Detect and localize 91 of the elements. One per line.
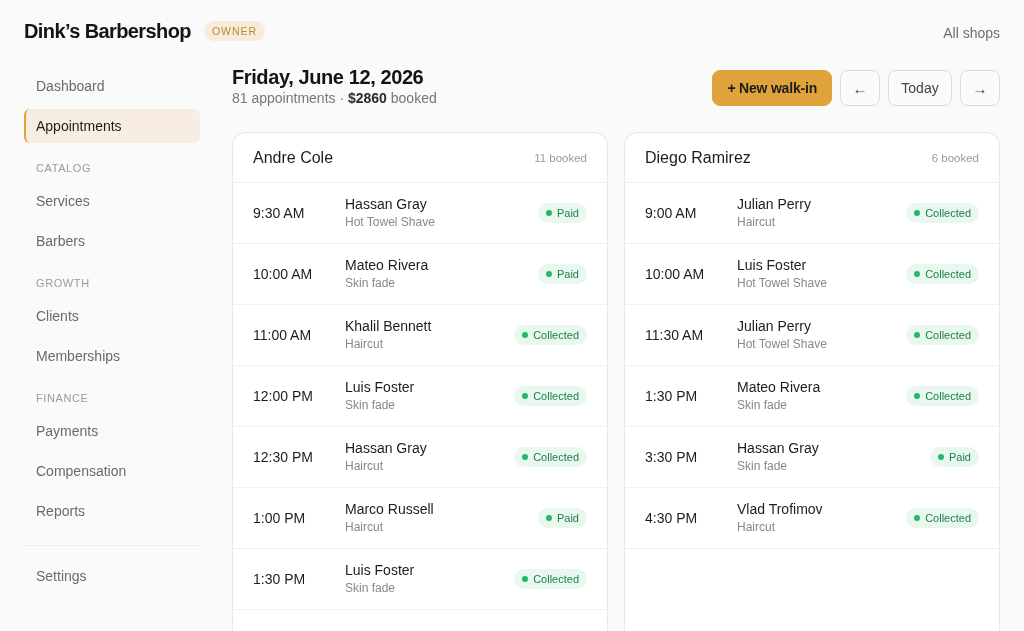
appointment-time: 3:30 PM xyxy=(645,449,699,465)
status-dot-icon xyxy=(522,393,529,399)
status-dot-icon xyxy=(522,332,529,338)
role-badge: OWNER xyxy=(203,21,266,41)
client-name: Vlad Trofimov xyxy=(737,501,824,518)
status-dot-icon xyxy=(914,332,921,338)
appointment-time: 9:00 AM xyxy=(645,205,698,221)
client-name: Mateo Rivera xyxy=(345,257,430,274)
status-dot-icon xyxy=(545,271,552,277)
today-button[interactable]: Today xyxy=(888,70,952,106)
client-name: Hassan Gray xyxy=(345,440,428,457)
service-name: Skin fade xyxy=(345,398,397,413)
brand-title: Dink’s Barbershop xyxy=(24,19,191,43)
new-walk-in-button[interactable]: + New walk-in xyxy=(712,70,832,106)
next-day-button[interactable]: → xyxy=(960,70,1000,106)
nav-item[interactable]: Clients xyxy=(24,299,200,333)
status-dot-icon xyxy=(545,210,552,216)
nav-section-heading: CATALOG xyxy=(35,161,93,175)
status-text: Collected xyxy=(925,390,971,402)
appointment-time: 12:00 PM xyxy=(253,388,314,404)
client-name: Mateo Rivera xyxy=(737,379,822,396)
status-text: Collected xyxy=(533,451,579,463)
appointment-time: 1:30 PM xyxy=(645,388,699,404)
nav-item[interactable]: Services xyxy=(24,184,200,218)
barber-name: Diego Ramirez xyxy=(645,148,751,167)
client-name: Hassan Gray xyxy=(737,440,820,457)
appointment-time: 1:00 PM xyxy=(253,510,307,526)
nav-item[interactable]: Payments xyxy=(24,414,200,448)
status-dot-icon xyxy=(522,454,529,460)
client-name: Julian Perry xyxy=(737,318,812,335)
status-text: Collected xyxy=(925,207,971,219)
status-text: Paid xyxy=(556,268,579,280)
client-name: Julian Perry xyxy=(737,196,812,213)
appointment-summary: 81 appointments · $2860 booked xyxy=(232,89,437,108)
service-name: Haircut xyxy=(345,520,384,535)
nav-item[interactable]: Barbers xyxy=(24,224,200,258)
service-name: Skin fade xyxy=(737,459,789,474)
service-name: Hot Towel Shave xyxy=(737,337,828,352)
status-text: Collected xyxy=(533,329,579,341)
appointment-time: 12:30 PM xyxy=(253,449,314,465)
appointment-time: 11:00 AM xyxy=(253,327,313,343)
status-text: Paid xyxy=(556,512,579,524)
nav-item[interactable]: Memberships xyxy=(24,339,200,373)
nav-section-heading: GROWTH xyxy=(35,276,91,290)
nav-item[interactable]: Settings xyxy=(24,559,200,593)
client-name: Luis Foster xyxy=(737,257,808,274)
client-name: Marco Russell xyxy=(345,501,435,518)
appointment-time: 4:30 PM xyxy=(645,510,699,526)
barber-name: Andre Cole xyxy=(253,148,334,167)
client-name: Khalil Bennett xyxy=(345,318,433,335)
status-dot-icon xyxy=(914,393,921,399)
service-name: Haircut xyxy=(345,337,384,352)
all-shops-link[interactable]: All shops xyxy=(943,25,1000,41)
client-name: Hassan Gray xyxy=(345,196,428,213)
appointment-time: 10:00 AM xyxy=(253,266,314,282)
status-text: Paid xyxy=(948,451,971,463)
booked-count: 11 booked xyxy=(534,151,587,164)
nav-item[interactable]: Reports xyxy=(24,494,200,528)
nav-item[interactable]: Appointments xyxy=(24,109,200,143)
service-name: Hot Towel Shave xyxy=(345,215,436,230)
previous-day-button[interactable]: ← xyxy=(840,70,880,106)
appointment-time: 9:30 AM xyxy=(253,205,306,221)
status-text: Collected xyxy=(925,512,971,524)
service-name: Skin fade xyxy=(345,581,397,596)
page-title: Friday, June 12, 2026 xyxy=(232,66,425,88)
service-name: Haircut xyxy=(737,215,776,230)
status-dot-icon xyxy=(914,271,921,277)
appointment-time: 10:00 AM xyxy=(645,266,706,282)
service-name: Hot Towel Shave xyxy=(737,276,828,291)
service-name: Skin fade xyxy=(345,276,397,291)
status-text: Collected xyxy=(925,268,971,280)
service-name: Haircut xyxy=(737,520,776,535)
nav-item[interactable]: Compensation xyxy=(24,454,200,488)
client-name: Luis Foster xyxy=(345,379,416,396)
status-dot-icon xyxy=(914,210,921,216)
nav-item[interactable]: Dashboard xyxy=(24,69,200,103)
appointment-time: 1:30 PM xyxy=(253,571,307,587)
status-dot-icon xyxy=(522,576,529,582)
client-name: Luis Foster xyxy=(345,562,416,579)
service-name: Skin fade xyxy=(737,398,789,413)
status-text: Collected xyxy=(925,329,971,341)
status-dot-icon xyxy=(545,515,552,521)
status-dot-icon xyxy=(937,454,944,460)
status-text: Collected xyxy=(533,390,579,402)
service-name: Haircut xyxy=(345,459,384,474)
appointment-time: 11:30 AM xyxy=(645,327,705,343)
status-dot-icon xyxy=(914,515,921,521)
status-text: Paid xyxy=(556,207,579,219)
booked-count: 6 booked xyxy=(931,151,979,164)
status-text: Collected xyxy=(533,573,579,585)
nav-section-heading: FINANCE xyxy=(35,391,90,405)
